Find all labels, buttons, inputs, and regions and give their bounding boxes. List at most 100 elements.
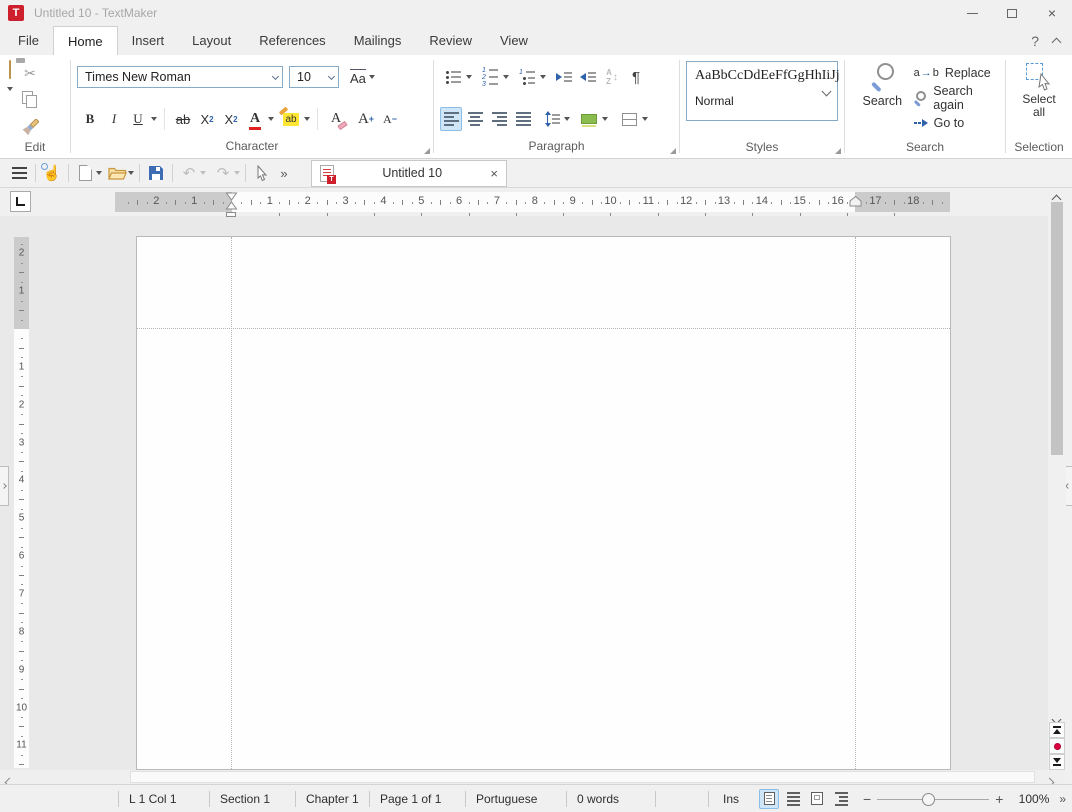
open-button[interactable] (106, 161, 128, 185)
grow-font-button[interactable]: A+ (355, 107, 377, 131)
page-view-button[interactable] (759, 789, 779, 809)
chapter-indicator[interactable]: Chapter 1 (296, 792, 369, 806)
vertical-scrollbar-thumb[interactable] (1051, 202, 1063, 455)
new-document-button[interactable] (74, 161, 96, 185)
undo-button[interactable]: ↶ (178, 161, 200, 185)
font-color-dropdown-arrow[interactable] (268, 117, 274, 121)
increase-indent-button[interactable] (553, 65, 575, 89)
close-button[interactable]: × (1032, 0, 1072, 26)
document-area[interactable]: 211234567891011 (0, 216, 1048, 770)
align-left-button[interactable] (440, 107, 462, 131)
touch-mode-button[interactable]: ☝ (41, 161, 63, 185)
character-dialog-launcher[interactable] (424, 148, 430, 154)
paragraph-dialog-launcher[interactable] (670, 148, 676, 154)
shading-arrow[interactable] (602, 117, 608, 121)
insert-mode-indicator[interactable]: Ins (709, 792, 759, 806)
align-right-button[interactable] (488, 107, 510, 131)
document-tab[interactable]: T Untitled 10 × (311, 160, 507, 187)
tab-references[interactable]: References (245, 26, 339, 55)
copy-button[interactable] (19, 88, 41, 112)
sort-button[interactable]: AZ↕ (601, 65, 623, 89)
master-page-view-button[interactable] (807, 789, 827, 809)
vertical-scrollbar[interactable] (1048, 188, 1066, 770)
remove-formatting-button[interactable]: A (325, 107, 347, 131)
vertical-ruler[interactable]: 211234567891011 (14, 237, 29, 768)
statusbar-overflow-button[interactable]: » (1049, 792, 1072, 806)
new-document-arrow[interactable] (96, 171, 102, 175)
cut-button[interactable]: ✂ (19, 61, 41, 85)
styles-dialog-launcher[interactable] (835, 148, 841, 154)
decrease-indent-button[interactable] (577, 65, 599, 89)
tab-insert[interactable]: Insert (118, 26, 179, 55)
zoom-level[interactable]: 100% (1003, 792, 1049, 806)
help-button[interactable]: ? (1031, 33, 1039, 49)
paste-button[interactable] (9, 61, 11, 79)
format-painter-button[interactable] (19, 115, 41, 139)
horizontal-scrollbar[interactable] (0, 770, 1064, 784)
font-name-select[interactable]: Times New Roman (77, 66, 283, 88)
justify-button[interactable] (512, 107, 534, 131)
italic-button[interactable]: I (103, 107, 125, 131)
tab-type-selector[interactable] (10, 191, 31, 212)
main-menu-button[interactable] (8, 161, 30, 185)
minimize-button[interactable] (952, 0, 992, 26)
numbered-list-arrow[interactable] (503, 75, 509, 79)
font-color-button[interactable]: A (244, 107, 266, 131)
redo-arrow[interactable] (234, 171, 240, 175)
line-spacing-arrow[interactable] (564, 117, 570, 121)
tab-file[interactable]: File (4, 26, 53, 55)
highlight-dropdown-arrow[interactable] (304, 117, 310, 121)
underline-dropdown-arrow[interactable] (151, 117, 157, 121)
bullet-list-button[interactable] (442, 65, 464, 89)
previous-page-button[interactable] (1049, 722, 1065, 738)
save-button[interactable] (145, 161, 167, 185)
zoom-out-button[interactable]: − (863, 791, 871, 807)
object-mode-button[interactable] (251, 161, 273, 185)
superscript-button[interactable]: X2 (220, 107, 242, 131)
zoom-slider-handle[interactable] (922, 793, 935, 806)
borders-button[interactable] (618, 107, 640, 131)
align-center-button[interactable] (464, 107, 486, 131)
formatting-marks-button[interactable]: ¶ (625, 65, 647, 89)
multilevel-list-button[interactable]: 1 (516, 65, 538, 89)
maximize-button[interactable] (992, 0, 1032, 26)
tab-layout[interactable]: Layout (178, 26, 245, 55)
bullet-list-arrow[interactable] (466, 75, 472, 79)
zoom-in-button[interactable]: + (995, 791, 1003, 807)
style-gallery-chevron[interactable] (822, 87, 832, 97)
multilevel-list-arrow[interactable] (540, 75, 546, 79)
tab-review[interactable]: Review (415, 26, 486, 55)
browse-object-button[interactable] (1049, 738, 1065, 754)
select-all-button[interactable]: Select all (1006, 55, 1072, 140)
bold-button[interactable]: B (79, 107, 101, 131)
cursor-position[interactable]: L 1 Col 1 (119, 792, 209, 806)
style-gallery[interactable]: AaBbCcDdEeFfGgHhIiJj Normal (686, 61, 838, 121)
underline-button[interactable]: U (127, 107, 149, 131)
collapse-ribbon-button[interactable] (1052, 37, 1062, 47)
tab-view[interactable]: View (486, 26, 542, 55)
strikethrough-button[interactable]: ab (172, 107, 194, 131)
horizontal-ruler[interactable]: 21123456789101112131415161718 (115, 192, 950, 212)
change-case-button[interactable]: Aa (349, 65, 376, 89)
goto-button[interactable]: Go to (914, 110, 1005, 135)
replace-button[interactable]: a→b Replace (914, 60, 1005, 85)
paste-dropdown-arrow[interactable] (7, 87, 13, 91)
toolbar-overflow-button[interactable]: » (273, 161, 295, 185)
borders-arrow[interactable] (642, 117, 648, 121)
font-size-select[interactable]: 10 (289, 66, 339, 88)
left-margin-marker[interactable] (226, 212, 236, 217)
right-indent-marker[interactable] (849, 196, 862, 207)
search-again-button[interactable]: Search again (914, 85, 1005, 110)
open-arrow[interactable] (128, 171, 134, 175)
search-button[interactable]: Search (855, 63, 910, 140)
indent-marker[interactable] (225, 192, 238, 211)
next-page-button[interactable] (1049, 754, 1065, 770)
tab-mailings[interactable]: Mailings (340, 26, 416, 55)
zoom-slider[interactable] (877, 792, 989, 806)
subscript-button[interactable]: X2 (196, 107, 218, 131)
line-spacing-button[interactable] (540, 107, 562, 131)
numbered-list-button[interactable]: 123 (479, 65, 501, 89)
language-indicator[interactable]: Portuguese (466, 792, 566, 806)
horizontal-scrollbar-thumb[interactable] (130, 771, 1035, 783)
tab-home[interactable]: Home (53, 26, 118, 55)
